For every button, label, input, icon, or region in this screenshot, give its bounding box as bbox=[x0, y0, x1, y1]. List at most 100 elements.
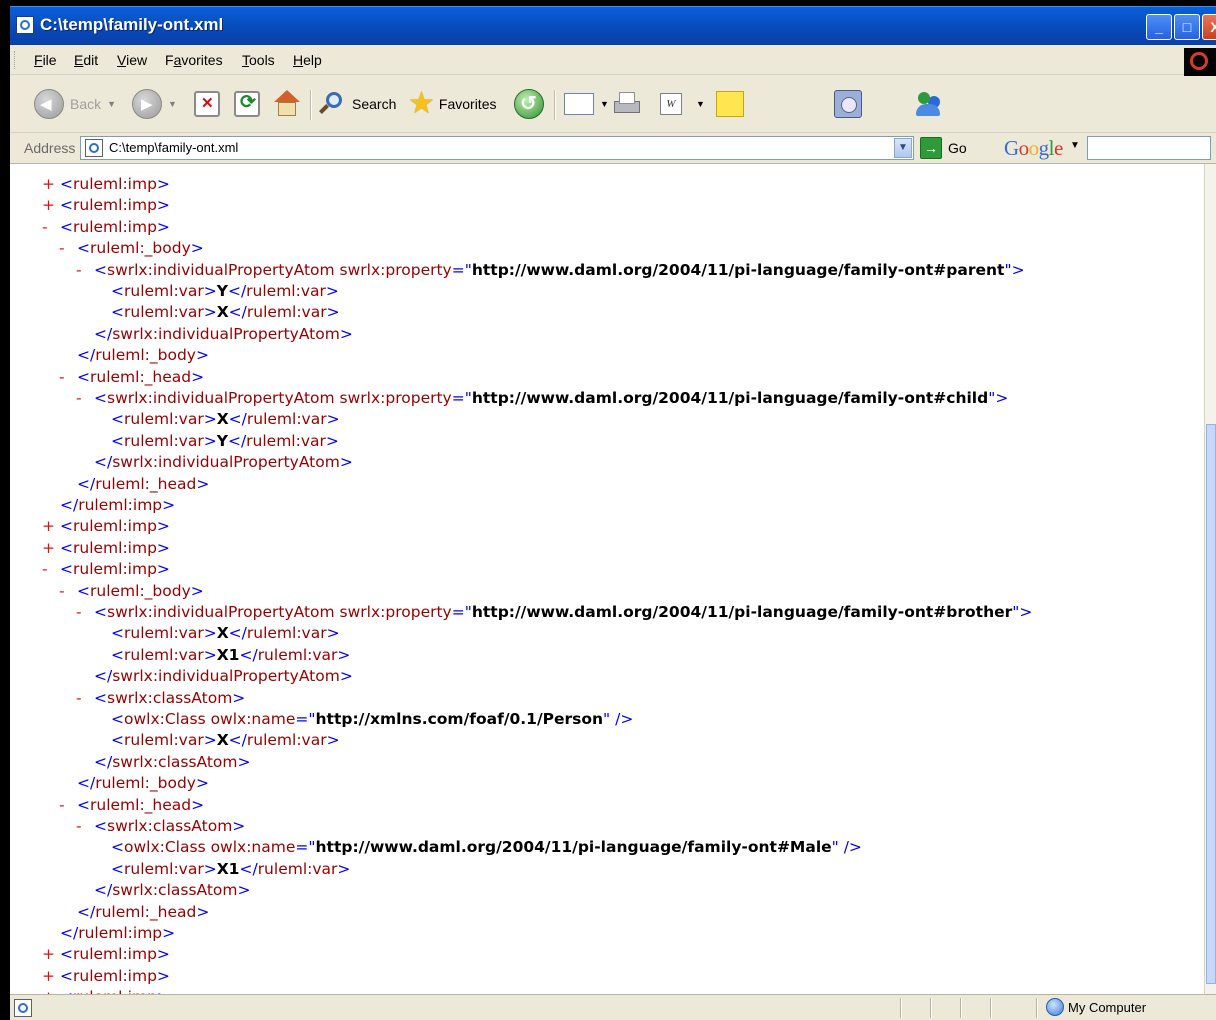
xml-markup: </ bbox=[60, 496, 79, 514]
mail-dropdown-icon[interactable]: ▼ bbox=[600, 99, 609, 109]
close-button[interactable]: X bbox=[1202, 14, 1216, 40]
print-icon bbox=[612, 91, 642, 117]
xml-tag-name: owlx:Class owlx:name bbox=[124, 838, 296, 857]
xml-markup: < bbox=[111, 859, 124, 878]
xml-markup: < bbox=[60, 560, 73, 579]
xml-line: +<ruleml:imp> bbox=[42, 966, 170, 986]
menu-view[interactable]: View bbox=[117, 52, 147, 68]
menu-favorites[interactable]: Favorites bbox=[165, 52, 223, 68]
xml-markup: </ bbox=[228, 624, 247, 643]
print-button[interactable] bbox=[612, 86, 642, 122]
google-logo[interactable]: Google bbox=[1004, 136, 1063, 161]
xml-markup: </ bbox=[77, 346, 96, 365]
expand-collapse-toggle[interactable]: - bbox=[76, 388, 94, 408]
xml-line: </swrlx:individualPropertyAtom> bbox=[76, 666, 353, 686]
xml-markup: < bbox=[111, 303, 124, 322]
expand-collapse-toggle[interactable]: - bbox=[76, 602, 94, 622]
vertical-scrollbar[interactable] bbox=[1204, 164, 1216, 994]
address-value[interactable]: C:\temp\family-ont.xml bbox=[109, 140, 238, 155]
back-dropdown-icon[interactable]: ▼ bbox=[107, 99, 116, 109]
back-button[interactable]: Back ▼ bbox=[34, 86, 116, 122]
expand-collapse-toggle[interactable]: + bbox=[42, 195, 60, 215]
home-button[interactable] bbox=[272, 86, 302, 122]
edit-dropdown-icon[interactable]: ▼ bbox=[696, 99, 705, 109]
menu-help[interactable]: Help bbox=[293, 52, 322, 68]
refresh-button[interactable] bbox=[234, 86, 260, 122]
xml-markup: < bbox=[111, 624, 124, 643]
google-search-input[interactable] bbox=[1087, 136, 1211, 160]
menu-edit[interactable]: Edit bbox=[74, 52, 98, 68]
search-button[interactable]: Search bbox=[318, 86, 396, 122]
history-button[interactable] bbox=[514, 86, 544, 122]
expand-collapse-toggle[interactable]: + bbox=[42, 174, 60, 194]
xml-markup: < bbox=[60, 966, 73, 985]
xml-tag-name: swrlx:individualPropertyAtom bbox=[112, 324, 340, 343]
expand-collapse-toggle[interactable]: - bbox=[76, 260, 94, 280]
xml-line: - <ruleml:_body> bbox=[59, 238, 204, 258]
browser-window: C:\temp\family-ont.xml _ □ X File Edit V… bbox=[10, 6, 1216, 1020]
google-dropdown-icon[interactable]: ▼ bbox=[1070, 140, 1080, 151]
expand-collapse-toggle[interactable]: + bbox=[42, 944, 60, 964]
edit-button[interactable]: W ▼ bbox=[660, 86, 705, 122]
expand-collapse-toggle[interactable]: + bbox=[42, 966, 60, 986]
xml-tag-name: ruleml:_head bbox=[95, 902, 197, 921]
maximize-button[interactable]: □ bbox=[1174, 14, 1200, 40]
favorites-button[interactable]: ★ Favorites bbox=[408, 86, 496, 122]
xml-markup: =" bbox=[451, 260, 472, 279]
status-page-icon bbox=[14, 999, 32, 1017]
address-input[interactable]: C:\temp\family-ont.xml ▼ bbox=[80, 136, 914, 160]
xml-line: +<ruleml:imp> bbox=[42, 987, 170, 994]
forward-dropdown-icon[interactable]: ▼ bbox=[168, 99, 177, 109]
mail-button[interactable]: ▼ bbox=[564, 86, 609, 122]
stop-icon bbox=[194, 91, 220, 117]
expand-collapse-toggle[interactable]: - bbox=[42, 559, 60, 579]
expand-collapse-toggle[interactable]: + bbox=[42, 987, 60, 994]
xml-markup: > bbox=[232, 817, 246, 835]
expand-collapse-toggle[interactable]: - bbox=[59, 581, 77, 601]
xml-tag-name: ruleml:var bbox=[124, 410, 204, 429]
xml-value: X1 bbox=[216, 859, 240, 878]
expand-collapse-toggle[interactable]: - bbox=[42, 217, 60, 237]
xml-markup: > bbox=[156, 196, 170, 215]
xml-tag-name: ruleml:_body bbox=[90, 239, 191, 258]
xml-tag-name: ruleml:_body bbox=[95, 774, 196, 793]
xml-markup: </ bbox=[77, 902, 96, 921]
status-separator bbox=[930, 998, 932, 1018]
go-label: Go bbox=[948, 140, 967, 156]
discuss-button[interactable] bbox=[716, 86, 744, 122]
xml-markup: > bbox=[326, 624, 340, 643]
xml-markup: > bbox=[195, 774, 209, 793]
forward-button[interactable]: ▼ bbox=[132, 86, 177, 122]
research-button[interactable] bbox=[834, 86, 862, 122]
expand-collapse-toggle[interactable]: - bbox=[76, 688, 94, 708]
xml-line: </swrlx:classAtom> bbox=[76, 880, 251, 900]
menu-file[interactable]: File bbox=[34, 52, 57, 68]
xml-tag-name: swrlx:individualPropertyAtom bbox=[112, 453, 340, 472]
xml-markup: > bbox=[203, 624, 217, 643]
xml-markup: </ bbox=[94, 324, 113, 343]
expand-collapse-toggle[interactable]: - bbox=[59, 795, 77, 815]
xml-markup: > bbox=[326, 410, 340, 429]
xml-markup: =" bbox=[295, 710, 316, 728]
home-icon bbox=[272, 90, 302, 118]
minimize-button[interactable]: _ bbox=[1146, 14, 1172, 40]
mail-icon bbox=[564, 93, 594, 115]
address-dropdown-icon[interactable]: ▼ bbox=[894, 138, 912, 158]
expand-collapse-toggle[interactable]: - bbox=[59, 367, 77, 387]
menu-tools[interactable]: Tools bbox=[242, 52, 275, 68]
go-button[interactable]: → Go bbox=[920, 137, 967, 159]
stop-button[interactable] bbox=[194, 86, 220, 122]
xml-markup: < bbox=[94, 603, 107, 621]
title-bar[interactable]: C:\temp\family-ont.xml _ □ X bbox=[10, 6, 1216, 45]
security-zone-label: My Computer bbox=[1068, 1000, 1147, 1015]
expand-collapse-toggle[interactable]: + bbox=[42, 516, 60, 536]
xml-markup: </ bbox=[94, 667, 113, 686]
xml-markup: < bbox=[111, 838, 124, 857]
messenger-button[interactable] bbox=[914, 86, 944, 122]
expand-collapse-toggle[interactable]: + bbox=[42, 538, 60, 558]
xml-markup: < bbox=[111, 282, 124, 300]
expand-collapse-toggle[interactable]: - bbox=[76, 816, 94, 836]
expand-collapse-toggle[interactable]: - bbox=[59, 238, 77, 258]
xml-tag-name: ruleml:_head bbox=[90, 367, 192, 386]
scrollbar-thumb[interactable] bbox=[1206, 424, 1216, 984]
